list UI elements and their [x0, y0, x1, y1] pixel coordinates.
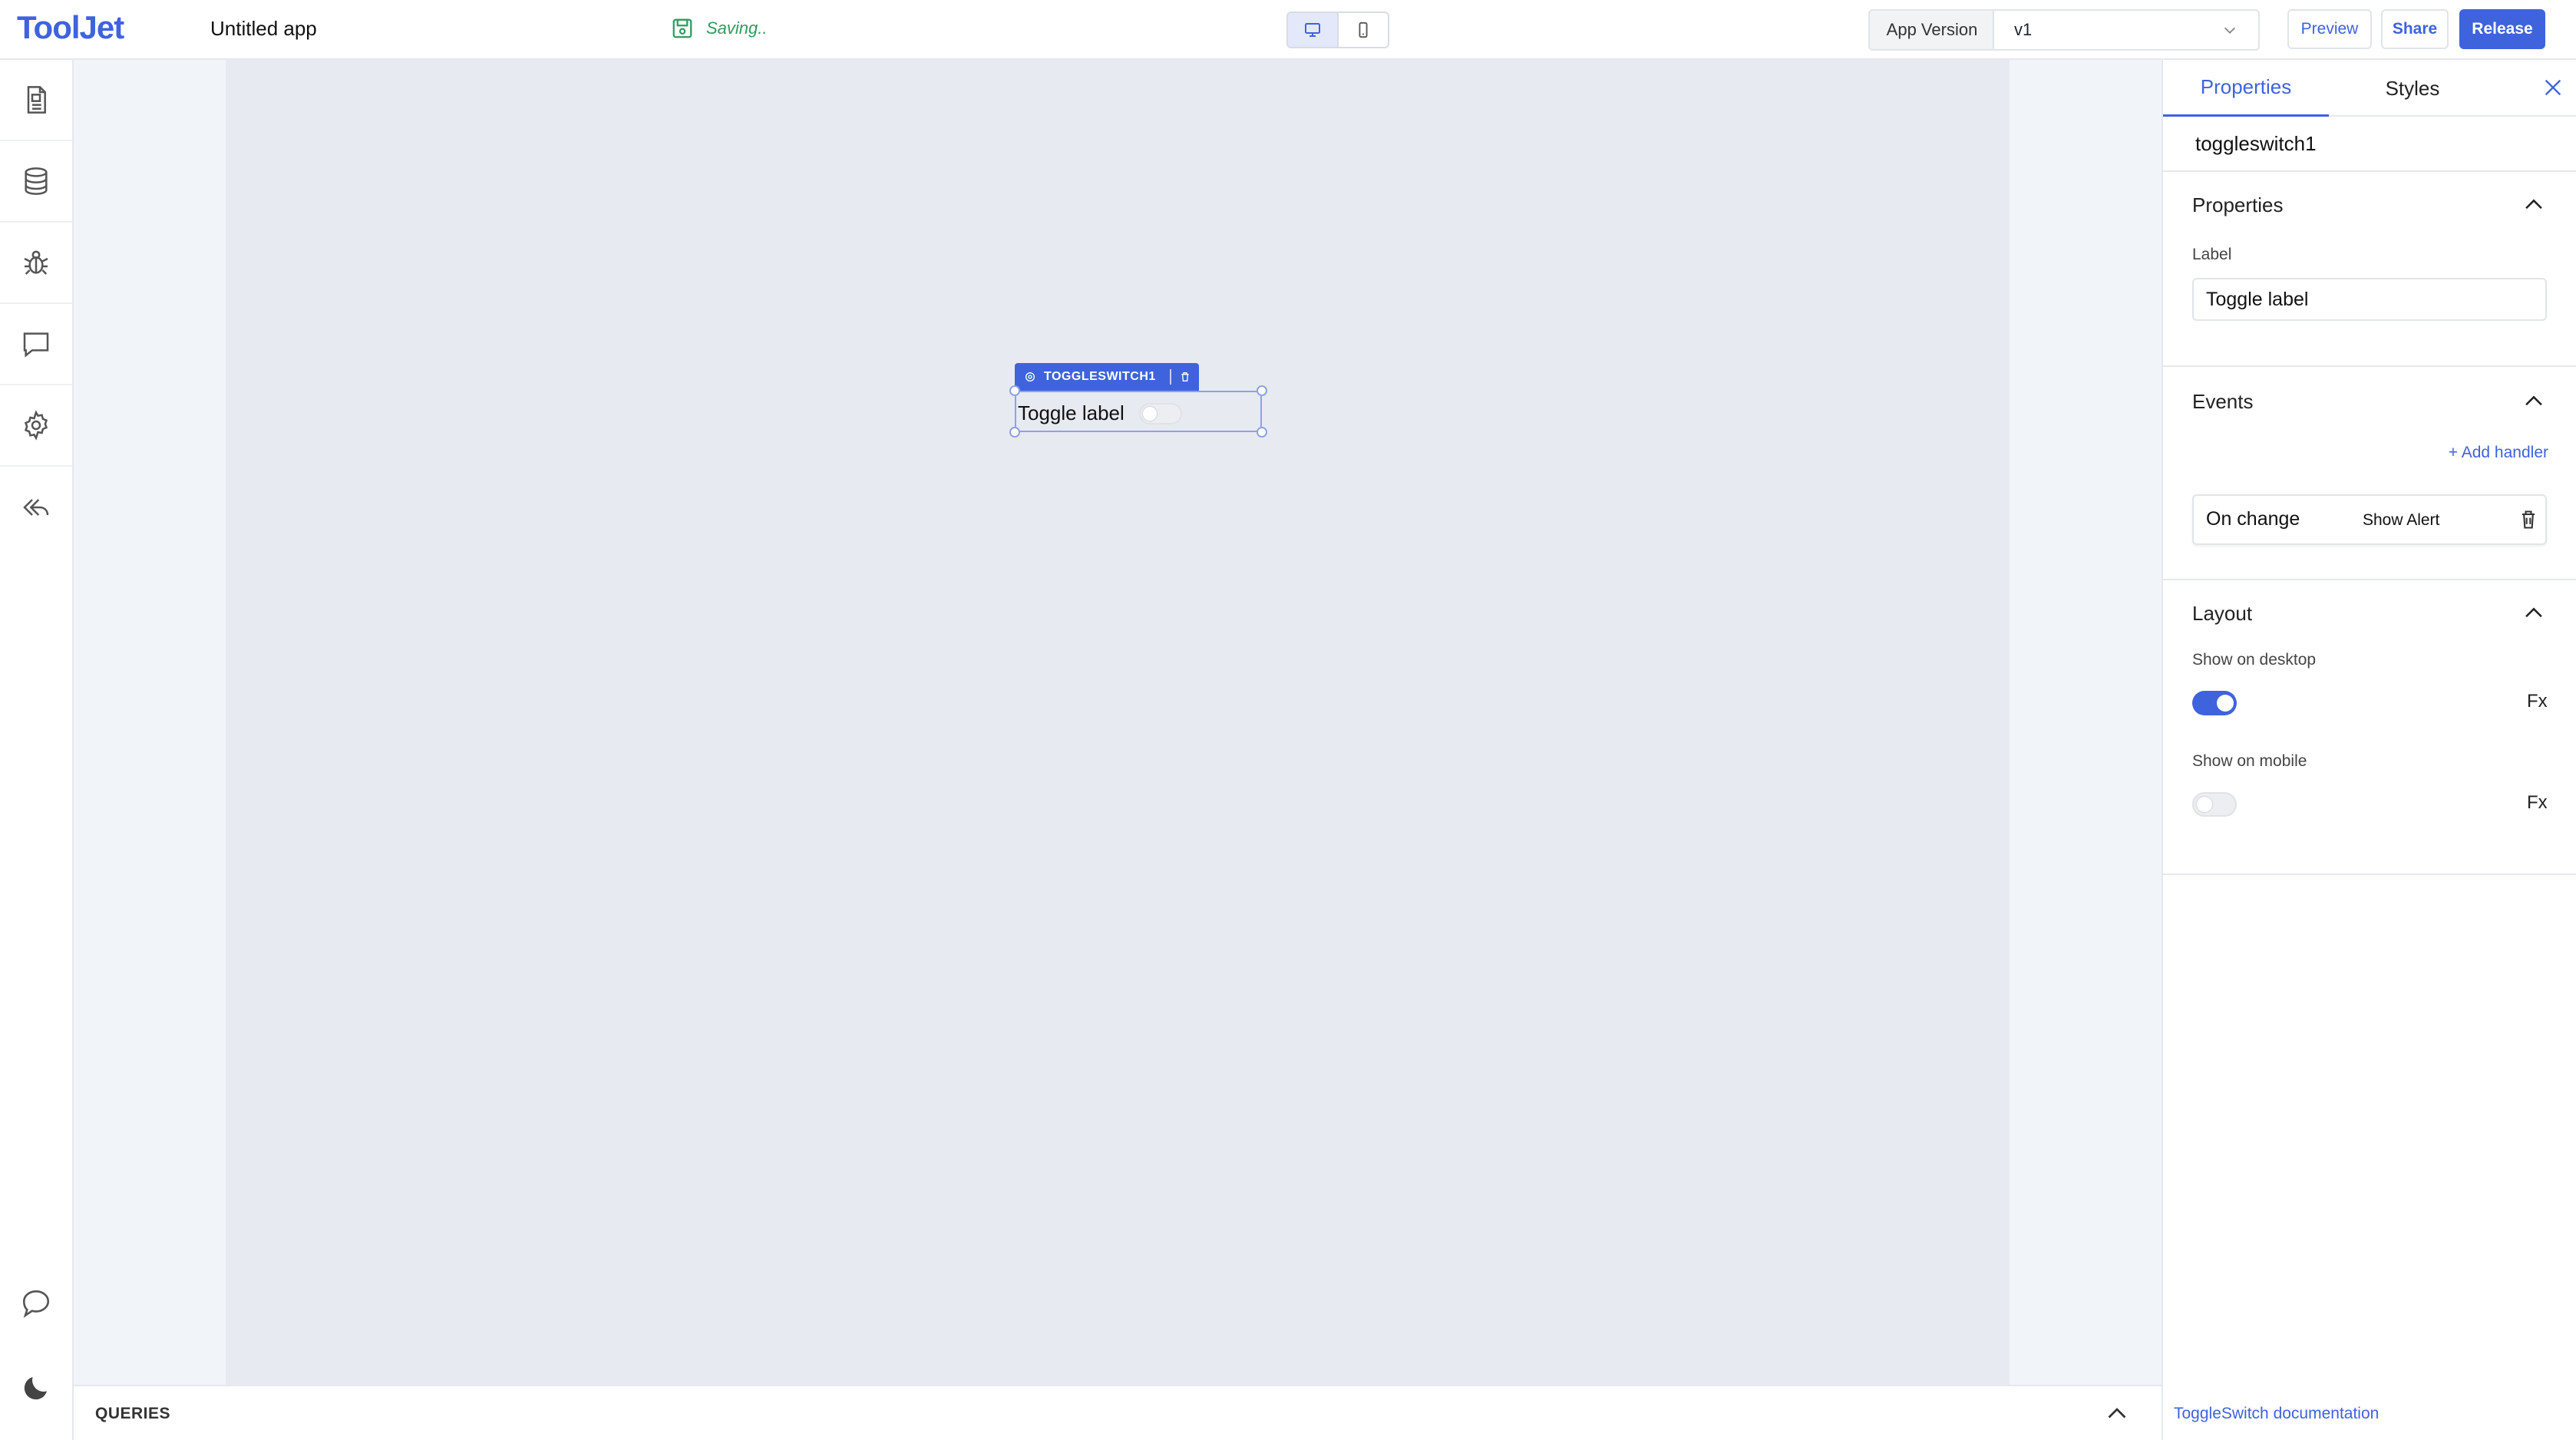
widget-toggle-switch[interactable]: [1139, 403, 1182, 424]
layout-section: Layout Show on desktop Fx Show on mobile…: [2163, 579, 2576, 875]
show-on-desktop-label: Show on desktop: [2192, 651, 2317, 669]
documentation-link[interactable]: ToggleSwitch documentation: [2174, 1405, 2379, 1423]
show-on-mobile-label: Show on mobile: [2192, 752, 2307, 770]
resize-handle[interactable]: [1257, 385, 1267, 396]
back-icon: [23, 499, 49, 516]
trash-icon[interactable]: [1179, 371, 1191, 383]
show-on-desktop-switch[interactable]: [2192, 691, 2237, 715]
comments-icon: [23, 332, 49, 358]
close-icon[interactable]: [2541, 75, 2565, 100]
properties-section: Properties Label Toggle label: [2163, 170, 2576, 365]
sidebar-item-pages[interactable]: [0, 60, 72, 141]
show-on-mobile-switch[interactable]: [2192, 792, 2237, 817]
app-version-label: App Version: [1868, 9, 1994, 51]
toggle-switch-widget[interactable]: Toggle label: [1015, 391, 1262, 432]
app-name[interactable]: Untitled app: [210, 17, 317, 41]
app-canvas[interactable]: [226, 60, 2010, 1385]
queries-panel[interactable]: QUERIES: [74, 1385, 2162, 1440]
fx-mobile-button[interactable]: Fx: [2527, 792, 2548, 814]
label-input[interactable]: Toggle label: [2192, 278, 2547, 321]
tab-properties[interactable]: Properties: [2163, 60, 2329, 117]
resize-handle[interactable]: [1009, 385, 1020, 396]
tag-divider: [1169, 369, 1171, 385]
gear-icon: [1025, 372, 1035, 381]
preview-button[interactable]: Preview: [2287, 9, 2372, 49]
layout-section-title[interactable]: Layout: [2192, 602, 2252, 626]
left-sidebar: [0, 60, 74, 1440]
dark-mode-icon: [24, 1377, 47, 1400]
sidebar-item-database[interactable]: [0, 141, 72, 223]
inspector-panel: Properties Styles toggleswitch1 Properti…: [2162, 60, 2576, 1440]
chevron-up-icon[interactable]: [2521, 600, 2547, 626]
tab-styles[interactable]: Styles: [2329, 60, 2496, 117]
resize-handle[interactable]: [1009, 427, 1020, 438]
settings-icon: [24, 410, 48, 441]
widget-toggle-label: Toggle label: [1018, 401, 1125, 424]
handler-event-name: On change: [2206, 508, 2300, 530]
desktop-view-button[interactable]: [1288, 13, 1337, 47]
component-name[interactable]: toggleswitch1: [2195, 132, 2317, 156]
debugger-icon: [24, 250, 48, 275]
saving-text: Saving..: [706, 18, 768, 38]
event-handler-card[interactable]: On change Show Alert: [2192, 494, 2547, 545]
add-handler-link[interactable]: + Add handler: [2433, 444, 2548, 462]
share-button[interactable]: Share: [2381, 9, 2449, 49]
chevron-down-icon: [2224, 27, 2236, 34]
sidebar-item-comments[interactable]: [0, 304, 72, 385]
sidebar-item-debugger[interactable]: [0, 223, 72, 304]
mobile-view-button[interactable]: [1337, 13, 1388, 47]
sidebar-item-back[interactable]: [0, 467, 72, 548]
saving-status: Saving..: [671, 17, 768, 40]
app-version-value: v1: [2014, 20, 2033, 39]
widget-tag-name: TOGGLESWITCH1: [1044, 370, 1156, 383]
mobile-icon: [1359, 21, 1368, 38]
sidebar-item-settings[interactable]: [0, 385, 72, 467]
queries-label: QUERIES: [95, 1405, 171, 1422]
inspector-tabs: Properties Styles: [2163, 60, 2576, 117]
sidebar-chat-button[interactable]: [0, 1273, 72, 1334]
chevron-up-icon[interactable]: [2521, 388, 2547, 414]
label-field-label: Label: [2192, 246, 2232, 263]
sidebar-dark-mode-button[interactable]: [0, 1357, 72, 1419]
device-toggle: [1286, 12, 1389, 48]
app-version-select[interactable]: v1: [1993, 9, 2260, 51]
tooljet-logo[interactable]: ToolJet: [17, 9, 124, 46]
chevron-up-icon[interactable]: [2521, 192, 2547, 218]
widget-config-tag[interactable]: TOGGLESWITCH1: [1015, 363, 1199, 391]
database-icon: [25, 167, 48, 195]
properties-section-title[interactable]: Properties: [2192, 193, 2284, 217]
chevron-up-icon[interactable]: [2103, 1400, 2131, 1428]
desktop-icon: [1305, 23, 1320, 37]
events-section: Events + Add handler On change Show Aler…: [2163, 365, 2576, 579]
handler-action-name: Show Alert: [2363, 511, 2440, 529]
trash-icon[interactable]: [2518, 508, 2539, 531]
chat-icon: [22, 1290, 50, 1318]
save-icon: [672, 18, 692, 38]
release-button[interactable]: Release: [2459, 9, 2545, 49]
top-header: ToolJet Untitled app Saving.. App Versio…: [0, 0, 2576, 60]
resize-handle[interactable]: [1257, 427, 1267, 438]
pages-icon: [27, 86, 46, 114]
events-section-title[interactable]: Events: [2192, 390, 2254, 414]
fx-desktop-button[interactable]: Fx: [2527, 691, 2548, 712]
